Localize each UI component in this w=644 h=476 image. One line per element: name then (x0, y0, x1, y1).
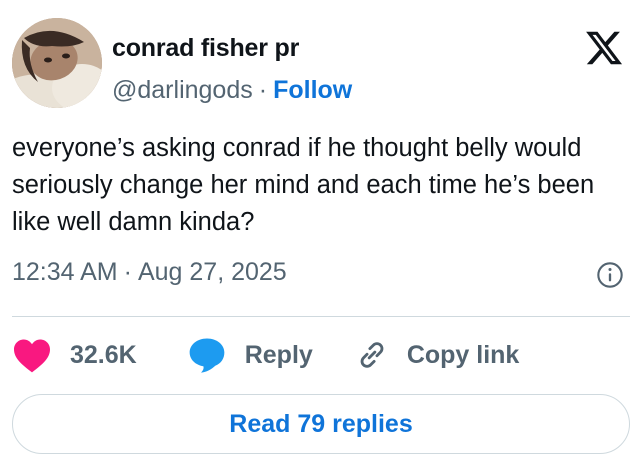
like-count: 32.6K (70, 340, 137, 369)
avatar-photo (12, 18, 102, 108)
reply-label: Reply (244, 340, 313, 369)
timestamp-separator: · (123, 258, 132, 286)
heart-icon (14, 339, 50, 373)
tweet-actions: 32.6K Reply Copy link (12, 332, 630, 378)
tweet-header: conrad fisher pr @darlingods · Follow (12, 12, 630, 112)
like-button[interactable]: 32.6K (12, 337, 137, 373)
author-handle[interactable]: @darlingods (112, 76, 253, 104)
read-replies-label: Read 79 replies (229, 409, 413, 438)
tweet-timestamp[interactable]: 12:34 AM · Aug 27, 2025 (12, 258, 287, 287)
handle-separator: · (258, 76, 268, 104)
read-replies-button[interactable]: Read 79 replies (12, 394, 630, 454)
author-handle-line: @darlingods · Follow (112, 76, 352, 105)
author-name[interactable]: conrad fisher pr (112, 34, 299, 63)
x-logo-icon[interactable] (584, 28, 624, 68)
info-icon[interactable] (596, 261, 624, 289)
reply-button[interactable]: Reply (187, 336, 313, 374)
copy-link-label: Copy link (406, 340, 520, 369)
tweet-time: 12:34 AM (12, 258, 118, 286)
divider (12, 316, 630, 317)
tweet-date: Aug 27, 2025 (137, 258, 287, 286)
link-icon (360, 342, 384, 368)
avatar[interactable] (12, 18, 102, 108)
speech-bubble-icon (189, 338, 225, 373)
tweet-card: conrad fisher pr @darlingods · Follow ever… (0, 0, 644, 476)
follow-button[interactable]: Follow (273, 76, 352, 104)
tweet-text: everyone’s asking conrad if he thought b… (12, 134, 595, 236)
copy-link-button[interactable]: Copy link (355, 338, 520, 372)
